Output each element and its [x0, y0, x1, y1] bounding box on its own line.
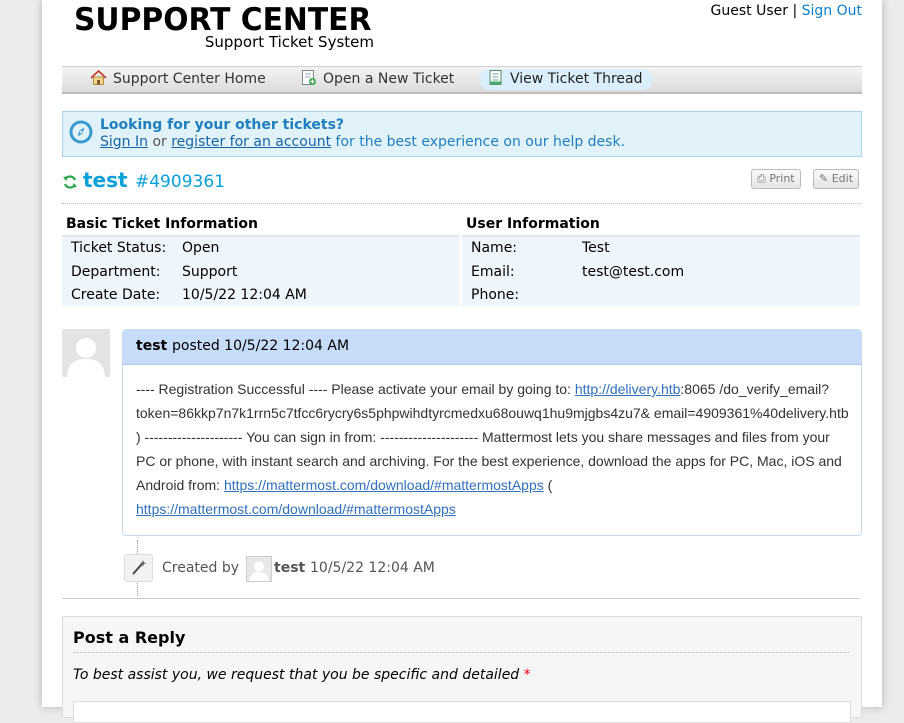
- info-value: Open: [182, 240, 220, 256]
- notice-or-text: or: [152, 134, 167, 150]
- info-value: Test: [582, 240, 610, 256]
- message-link[interactable]: https://mattermost.com/download/#matterm…: [136, 501, 456, 517]
- event-author: test: [274, 560, 306, 576]
- ticket-info: Basic Ticket Information Ticket Status: O…: [62, 213, 862, 306]
- reply-title: Post a Reply: [73, 628, 186, 647]
- message-link[interactable]: http://delivery.htb: [575, 381, 681, 397]
- edit-label: Edit: [831, 172, 854, 185]
- avatar: [246, 556, 272, 582]
- user-info-section: User Information Name: Test Email: test@te…: [462, 213, 860, 306]
- nav-item-new-ticket-label: Open a New Ticket: [323, 71, 455, 87]
- divider: [73, 652, 849, 653]
- avatar: [62, 329, 110, 377]
- user-avatar-icon: [249, 561, 269, 581]
- info-label: Email:: [471, 264, 515, 280]
- new-ticket-icon: [302, 70, 316, 85]
- thread-posted-time: posted 10/5/22 12:04 AM: [172, 338, 350, 354]
- thread-event: Created by test 10/5/22 12:04 AM: [124, 540, 524, 596]
- user-avatar-icon: [62, 329, 110, 377]
- basic-info-section: Basic Ticket Information Ticket Status: O…: [62, 213, 460, 306]
- required-mark: *: [523, 667, 531, 683]
- nav-item-new-ticket[interactable]: Open a New Ticket: [292, 69, 464, 90]
- user-info-body: Name: Test Email: test@test.com Phone:: [462, 237, 860, 306]
- thread-author: test: [136, 338, 168, 354]
- edit-button[interactable]: ✎ Edit: [813, 169, 860, 189]
- nav-item-view-ticket[interactable]: View Ticket Thread: [479, 69, 653, 90]
- basic-info-heading: Basic Ticket Information: [62, 213, 460, 237]
- ticket-subject: test: [83, 168, 128, 192]
- info-row-status: Ticket Status: Open: [71, 240, 219, 256]
- info-label: Create Date:: [71, 287, 161, 303]
- info-label: Department:: [71, 264, 161, 280]
- created-by-label: Created by: [162, 560, 240, 576]
- notice-heading: Looking for your other tickets?: [100, 117, 345, 133]
- nav-item-home-label: Support Center Home: [113, 71, 266, 87]
- reply-instruction: To best assist you, we request that you …: [73, 667, 531, 683]
- nav-item-view-ticket-label: View Ticket Thread: [510, 71, 643, 87]
- sign-in-link[interactable]: Sign In: [100, 134, 148, 150]
- notice-tail-text: for the best experience on our help desk…: [335, 134, 626, 150]
- main-nav: Support Center Home Open a New Ticket Vi…: [62, 66, 862, 94]
- divider: [62, 598, 860, 599]
- thread-entry: test posted 10/5/22 12:04 AM ---- Regist…: [122, 329, 862, 536]
- user-separator: |: [792, 3, 798, 19]
- page-container: SUPPORT CENTER Support Ticket System Gue…: [42, 0, 882, 723]
- message-text: ---- Registration Successful ---- Please…: [136, 381, 575, 397]
- thread-entry-header: test posted 10/5/22 12:04 AM: [123, 330, 861, 365]
- compass-icon: [69, 120, 93, 144]
- divider: [62, 203, 860, 204]
- thread-message: ---- Registration Successful ---- Please…: [136, 377, 850, 521]
- message-text: (: [543, 477, 553, 493]
- user-info: Guest User | Sign Out: [711, 3, 862, 19]
- logo[interactable]: SUPPORT CENTER Support Ticket System: [74, 2, 374, 54]
- info-label: Ticket Status:: [71, 240, 167, 256]
- info-value: 10/5/22 12:04 AM: [182, 287, 307, 303]
- info-label: Name:: [471, 240, 518, 256]
- reply-editor[interactable]: [73, 701, 851, 723]
- guest-user-label: Guest User: [710, 3, 788, 19]
- sign-out-link[interactable]: Sign Out: [802, 3, 862, 19]
- info-row-create-date: Create Date: 10/5/22 12:04 AM: [71, 287, 307, 303]
- magic-wand-icon: [124, 554, 153, 582]
- print-button[interactable]: ⎙ Print: [751, 169, 801, 189]
- edit-icon: ✎: [819, 172, 829, 185]
- basic-info-body: Ticket Status: Open Department: Support Cr…: [62, 237, 460, 306]
- logo-subtitle: Support Ticket System: [204, 33, 374, 51]
- info-value: Support: [182, 264, 238, 280]
- info-row-name: Name: Test: [471, 240, 610, 256]
- print-icon: ⎙: [757, 172, 766, 185]
- ticket-number: #4909361: [135, 172, 225, 192]
- info-row-email: Email: test@test.com: [471, 264, 684, 280]
- home-icon: [90, 69, 107, 85]
- print-label: Print: [769, 172, 795, 185]
- event-time: 10/5/22 12:04 AM: [310, 560, 435, 576]
- user-info-heading: User Information: [462, 213, 860, 237]
- refresh-icon[interactable]: [62, 174, 78, 190]
- register-link[interactable]: register for an account: [171, 134, 331, 150]
- notice-text: Sign In or register for an account for t…: [100, 134, 625, 150]
- info-row-phone: Phone:: [471, 287, 582, 303]
- info-label: Phone:: [471, 287, 520, 303]
- info-value: test@test.com: [582, 264, 685, 280]
- ticket-thread-icon: [489, 70, 502, 85]
- message-link[interactable]: https://mattermost.com/download/#matterm…: [224, 477, 544, 493]
- info-row-department: Department: Support: [71, 264, 237, 280]
- instruction-text: To best assist you, we request that you …: [73, 667, 520, 683]
- nav-item-home[interactable]: Support Center Home: [82, 69, 276, 90]
- login-notice: Looking for your other tickets? Sign In …: [62, 111, 862, 157]
- reply-section: Post a Reply To best assist you, we requ…: [62, 616, 862, 723]
